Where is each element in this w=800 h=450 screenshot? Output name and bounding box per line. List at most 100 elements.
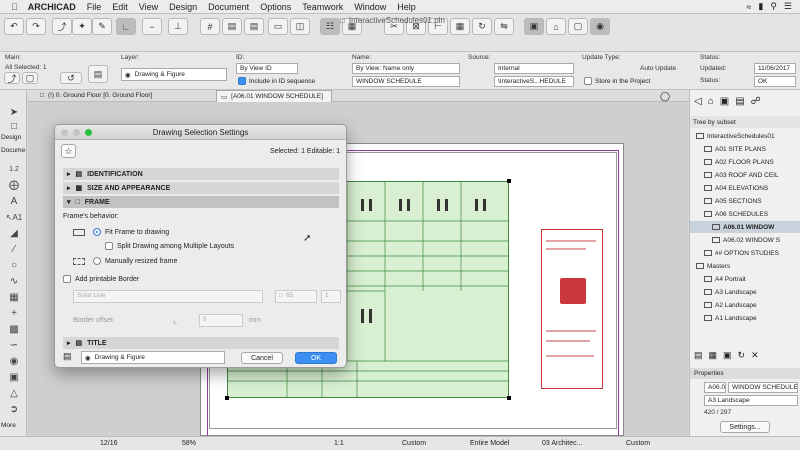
ruler-icon[interactable]: ▤ (222, 18, 242, 35)
line-tool-icon[interactable]: ∕ (6, 242, 22, 256)
new-layout-icon[interactable]: ▤ (694, 350, 703, 361)
include-id-checkmark[interactable] (238, 77, 246, 85)
manual-frame-radio-dot[interactable] (93, 257, 101, 265)
detail-tool-icon[interactable]: ◉ (6, 354, 22, 368)
cube-icon[interactable]: ▢ (568, 18, 588, 35)
nav-back-icon[interactable]: ◁ (694, 96, 702, 107)
source-path-field[interactable]: \InteractiveS...HEDULE (494, 76, 574, 87)
dialog-layer-select[interactable]: ◉ Drawing & Figure (81, 351, 225, 364)
delete-icon[interactable]: ✕ (751, 350, 759, 361)
tab-ground-floor[interactable]: □ (!) 0. Ground Floor [0. Ground Floor] (40, 92, 152, 99)
dialog-title-bar[interactable]: Drawing Selection Settings (55, 125, 346, 140)
name-field[interactable]: WINDOW SCHEDULE (352, 76, 460, 87)
tree-item[interactable]: A06 SCHEDULES (690, 208, 800, 220)
toolbox-document-label[interactable]: Docume (1, 147, 25, 154)
tree-item[interactable]: A04 ELEVATIONS (690, 182, 800, 194)
pen-weight-field[interactable]: 1 (321, 290, 341, 303)
page-indicator[interactable]: 12/16 (100, 440, 118, 447)
selection-handle[interactable] (507, 179, 511, 183)
marquee-tool-icon[interactable]: □ (6, 119, 22, 133)
minimize-icon[interactable] (73, 129, 80, 136)
menu-help[interactable]: Help (397, 2, 416, 12)
menu-app-name[interactable]: ARCHICAD (28, 2, 76, 12)
favorites-star-icon[interactable]: ☆ (61, 144, 76, 158)
section-frame[interactable]: ▾ □ FRAME (63, 196, 339, 208)
settings-button[interactable]: Settings... (720, 421, 770, 433)
layer-select[interactable]: ◉ Drawing & Figure (121, 68, 227, 81)
drawing-tool-icon[interactable]: ▦ (6, 290, 22, 304)
tree-item[interactable]: Masters (690, 260, 800, 272)
menu-view[interactable]: View (139, 2, 158, 12)
figure-tool-icon[interactable]: ▩ (6, 322, 22, 336)
tab-overflow-icon[interactable]: ◯ (660, 91, 670, 102)
search-icon[interactable]: ⚲ (770, 1, 777, 12)
change-tool-icon[interactable]: △ (6, 386, 22, 400)
store-project-checkbox[interactable]: Store in the Project (584, 77, 650, 85)
3d-icon[interactable]: ▣ (524, 18, 544, 35)
arch-indicator[interactable]: 03 Architec... (542, 440, 582, 447)
add-border-checkbox[interactable]: Add printable Border (63, 275, 139, 283)
clone-icon[interactable]: ▣ (723, 350, 732, 361)
text-tool-icon[interactable]: A (6, 194, 22, 208)
tree-item[interactable]: InteractiveSchedules01 (690, 130, 800, 142)
zoom-level[interactable]: 58% (182, 440, 196, 447)
tree-item[interactable]: A06.01 WINDOW (690, 221, 800, 233)
scale-indicator[interactable]: 1:1 (334, 440, 344, 447)
section-size-appearance[interactable]: ▸ ▦ SIZE AND APPEARANCE (63, 182, 339, 194)
zoom-icon[interactable] (85, 129, 92, 136)
fit-frame-radio-dot[interactable] (93, 228, 101, 236)
toolbox-more-label[interactable]: More (1, 422, 16, 429)
renovation-icon[interactable]: ◫ (290, 18, 310, 35)
view-map-icon[interactable]: ▣ (720, 96, 729, 107)
rotate-angle-icon[interactable]: ↺ (60, 72, 82, 84)
redo-icon[interactable]: ↷ (26, 18, 46, 35)
snap-icon[interactable]: ⊥ (168, 18, 188, 35)
polyline-tool-icon[interactable]: ∿ (6, 274, 22, 288)
tab-layout[interactable]: ▭ [A06.01 WINDOW SCHEDULE] (216, 90, 332, 102)
new-folder-icon[interactable]: ▦ (709, 350, 718, 361)
section-identification[interactable]: ▸ ▤ IDENTIFICATION (63, 168, 339, 180)
cancel-button[interactable]: Cancel (241, 352, 283, 364)
tree-item[interactable]: A1 Landscape (690, 312, 800, 324)
tree-item[interactable]: A01 SITE PLANS (690, 143, 800, 155)
list-icon[interactable]: ☰ (784, 1, 792, 12)
menu-document[interactable]: Document (208, 2, 249, 12)
store-project-box[interactable] (584, 77, 592, 85)
close-icon[interactable] (61, 129, 68, 136)
mirror-icon[interactable]: ⇋ (494, 18, 514, 35)
magic-wand-icon[interactable]: ☷ (320, 18, 340, 35)
arc-tool-icon[interactable]: ➲ (6, 402, 22, 416)
arrow-tool-icon[interactable]: ➤ (6, 105, 22, 119)
update-type-value[interactable]: Auto Update (640, 65, 676, 72)
property-size-select[interactable]: A3 Landscape (704, 395, 798, 406)
custom2-indicator[interactable]: Custom (626, 440, 650, 447)
tree-item[interactable]: ## OPTION STUDIES (690, 247, 800, 259)
ok-button[interactable]: OK (295, 352, 337, 364)
model-indicator[interactable]: Entire Model (470, 440, 509, 447)
menu-teamwork[interactable]: Teamwork (302, 2, 343, 12)
label-tool-icon[interactable]: ↖A1 (6, 210, 23, 224)
name-mode-select[interactable]: By View: Name only (352, 63, 460, 74)
wifi-icon[interactable]: ≈ (746, 2, 751, 12)
grid-icon[interactable]: # (200, 18, 220, 35)
update-icon[interactable]: ↻ (738, 350, 746, 361)
house-icon[interactable]: ⌂ (546, 18, 566, 35)
circle-tool-icon[interactable]: ○ (6, 258, 22, 272)
pen-select[interactable]: □ 65 (275, 290, 317, 303)
menu-window[interactable]: Window (354, 2, 386, 12)
drawing-tool-icon[interactable]: ▤ (88, 65, 108, 83)
include-id-checkbox[interactable]: Include in ID sequence (238, 77, 315, 85)
battery-icon[interactable]: ▮ (758, 1, 763, 12)
rotate-icon[interactable]: ↻ (472, 18, 492, 35)
menu-options[interactable]: Options (260, 2, 291, 12)
pick-icon[interactable]: ✦ (72, 18, 92, 35)
tree-item[interactable]: A03 ROOF AND CEIL (690, 169, 800, 181)
worksheet-tool-icon[interactable]: ▣ (6, 370, 22, 384)
menu-design[interactable]: Design (169, 2, 197, 12)
border-offset-field[interactable]: 5 (199, 314, 243, 327)
property-id-field[interactable]: A06.0 (704, 382, 726, 393)
trace-icon[interactable]: ▤ (244, 18, 264, 35)
marquee-icon[interactable]: ▢ (22, 72, 38, 84)
adjust-icon[interactable]: ▦ (450, 18, 470, 35)
pointer-icon[interactable]: ⤴ (52, 18, 72, 35)
